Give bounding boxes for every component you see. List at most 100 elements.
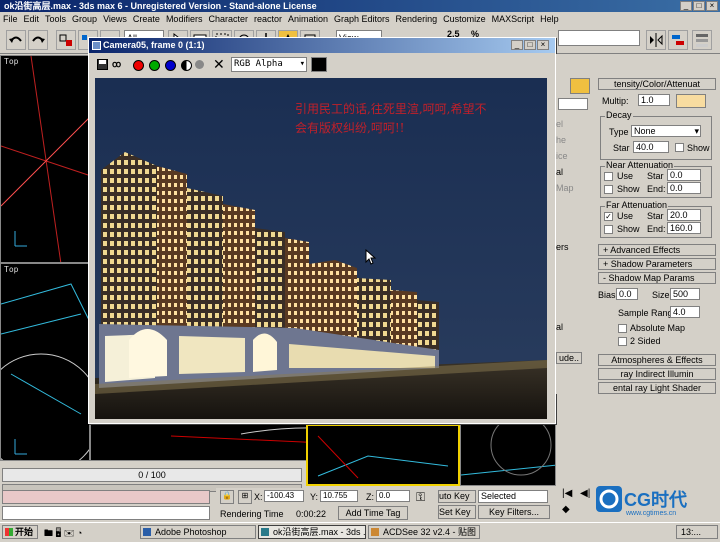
menu-help[interactable]: Help — [540, 12, 559, 26]
redo-icon[interactable] — [28, 30, 48, 50]
rollout-mental-ray-indirect[interactable]: ray Indirect Illumin — [598, 368, 716, 380]
viewport-active-camera[interactable] — [306, 424, 460, 486]
near-end-field[interactable]: 0.0 — [667, 182, 701, 194]
menu-maxscript[interactable]: MAXScript — [492, 12, 535, 26]
viewport-bottom-left[interactable]: Top — [0, 263, 90, 461]
y-coordinate-field[interactable]: 10.755 — [320, 490, 358, 502]
near-start-field[interactable]: 0.0 — [667, 169, 701, 181]
viewport-bottom-right[interactable] — [460, 424, 556, 486]
lock-selection-icon[interactable]: 🔒 — [220, 490, 234, 504]
blue-channel-icon[interactable] — [165, 60, 176, 71]
key-filters-button[interactable]: Key Filters... — [478, 505, 550, 519]
taskbar-item-3dsmax[interactable]: ok沿街高层.max - 3ds ... — [258, 525, 366, 539]
menu-views[interactable]: Views — [103, 12, 127, 26]
menu-group[interactable]: Group — [72, 12, 97, 26]
start-button[interactable]: 开始 — [2, 525, 38, 539]
far-end-field[interactable]: 160.0 — [667, 222, 701, 234]
go-to-start-icon[interactable]: |◀ — [562, 488, 572, 499]
layer-manager-icon[interactable] — [692, 30, 712, 50]
maxscript-listener-mini[interactable] — [2, 490, 210, 504]
far-show-checkbox[interactable] — [604, 225, 613, 234]
green-channel-icon[interactable] — [149, 60, 160, 71]
system-clock[interactable]: 13:... — [676, 525, 718, 539]
menu-edit[interactable]: Edit — [24, 12, 40, 26]
far-use-checkbox[interactable]: ✓ — [604, 212, 613, 221]
red-channel-icon[interactable] — [133, 60, 144, 71]
clone-render-window-icon[interactable]: ꝏ — [112, 59, 124, 70]
add-time-tag-button[interactable]: Add Time Tag — [338, 506, 408, 520]
previous-frame-icon[interactable]: ◀| — [580, 488, 590, 499]
render-minimize-button[interactable]: _ — [511, 40, 523, 50]
modifier-list-fragment: el he ice al Map — [556, 116, 592, 196]
taskbar-item-photoshop[interactable]: Adobe Photoshop — [140, 525, 256, 539]
clear-icon[interactable]: ✕ — [213, 56, 225, 73]
menu-modifiers[interactable]: Modifiers — [166, 12, 203, 26]
rollout-atmospheres-effects[interactable]: Atmospheres & Effects — [598, 354, 716, 366]
menu-rendering[interactable]: Rendering — [396, 12, 438, 26]
size-field[interactable]: 500 — [670, 288, 700, 300]
color-swatch[interactable] — [311, 57, 327, 72]
minimize-button[interactable]: _ — [680, 1, 692, 11]
two-sided-checkbox[interactable] — [618, 337, 627, 346]
taskbar-item-acdsee[interactable]: ACDSee 32 v2.4 - 贴图 — [368, 525, 480, 539]
save-bitmap-icon[interactable] — [97, 59, 108, 70]
menu-animation[interactable]: Animation — [288, 12, 328, 26]
key-mode-toggle-icon[interactable]: ◆ — [562, 504, 570, 515]
key-icon[interactable]: ⚿ — [416, 490, 425, 505]
rendering-time-label: Rendering Time — [220, 509, 284, 519]
absolute-mode-icon[interactable]: ⊞ — [238, 490, 252, 504]
modifier-dropdown[interactable] — [558, 98, 588, 110]
auto-key-button[interactable]: uto Key — [438, 490, 476, 503]
undo-icon[interactable] — [6, 30, 26, 50]
multiplier-field[interactable]: 1.0 — [638, 94, 670, 106]
set-key-button[interactable]: Set Key — [438, 505, 476, 519]
alpha-channel-icon[interactable] — [181, 60, 192, 71]
select-link-icon[interactable] — [56, 30, 76, 50]
far-start-label: Star — [647, 211, 664, 221]
light-color-swatch[interactable] — [676, 94, 706, 108]
rollout-advanced-effects[interactable]: + Advanced Effects — [598, 244, 716, 256]
menu-character[interactable]: Character — [208, 12, 248, 26]
fragment-ude-button[interactable]: ude.. — [556, 352, 583, 364]
align-icon[interactable] — [668, 30, 688, 50]
near-use-checkbox[interactable] — [604, 172, 613, 181]
named-selection-dropdown[interactable] — [558, 30, 640, 46]
nav-controls: |◀ ◀| ◆ CG时代 www.cgtimes.cn — [556, 484, 720, 522]
menu-tools[interactable]: Tools — [45, 12, 66, 26]
fragment-ice: ice — [556, 151, 568, 161]
fragment-al[interactable]: al — [556, 164, 592, 180]
absolute-map-checkbox[interactable] — [618, 324, 627, 333]
channel-dropdown[interactable]: RGB Alpha ▾ — [231, 57, 307, 72]
close-button[interactable]: × — [706, 1, 718, 11]
monochrome-icon[interactable] — [195, 60, 204, 69]
x-coordinate-field[interactable]: -100.43 — [264, 490, 304, 502]
render-window-title-bar[interactable]: Camera05, frame 0 (1:1) — [89, 38, 555, 53]
near-show-checkbox[interactable] — [604, 185, 613, 194]
rollout-intensity-color-attenuation[interactable]: tensity/Color/Attenuat — [598, 78, 716, 90]
rollout-mental-ray-light-shader[interactable]: ental ray Light Shader — [598, 382, 716, 394]
menu-reactor[interactable]: reactor — [254, 12, 282, 26]
menu-create[interactable]: Create — [133, 12, 160, 26]
decay-show-checkbox[interactable] — [675, 143, 684, 152]
maximize-button[interactable]: □ — [693, 1, 705, 11]
mirror-icon[interactable] — [646, 30, 666, 50]
menu-customize[interactable]: Customize — [443, 12, 486, 26]
sample-range-field[interactable]: 4.0 — [670, 306, 700, 318]
render-maximize-button[interactable]: □ — [524, 40, 536, 50]
viewport-top-left[interactable]: Top — [0, 55, 90, 263]
command-panel: tensity/Color/Attenuat Multip: 1.0 Decay… — [596, 54, 720, 484]
color-swatch-yellow[interactable] — [570, 78, 590, 94]
decay-start-field[interactable]: 40.0 — [633, 141, 669, 153]
menu-file[interactable]: File — [3, 12, 18, 26]
rollout-shadow-map-params[interactable]: - Shadow Map Params — [598, 272, 716, 284]
decay-type-dropdown[interactable]: None ▾ — [631, 125, 701, 137]
render-close-button[interactable]: × — [537, 40, 549, 50]
rendered-frame-window[interactable]: Camera05, frame 0 (1:1) _ □ × ꝏ ✕ RGB Al… — [88, 37, 556, 424]
bias-field[interactable]: 0.0 — [616, 288, 638, 300]
z-coordinate-field[interactable]: 0.0 — [376, 490, 410, 502]
time-slider[interactable]: 0 / 100 — [2, 468, 302, 482]
key-mode-dropdown[interactable]: Selected — [478, 490, 548, 503]
rollout-shadow-parameters[interactable]: + Shadow Parameters — [598, 258, 716, 270]
menu-graph-editors[interactable]: Graph Editors — [334, 12, 390, 26]
far-start-field[interactable]: 20.0 — [667, 209, 701, 221]
